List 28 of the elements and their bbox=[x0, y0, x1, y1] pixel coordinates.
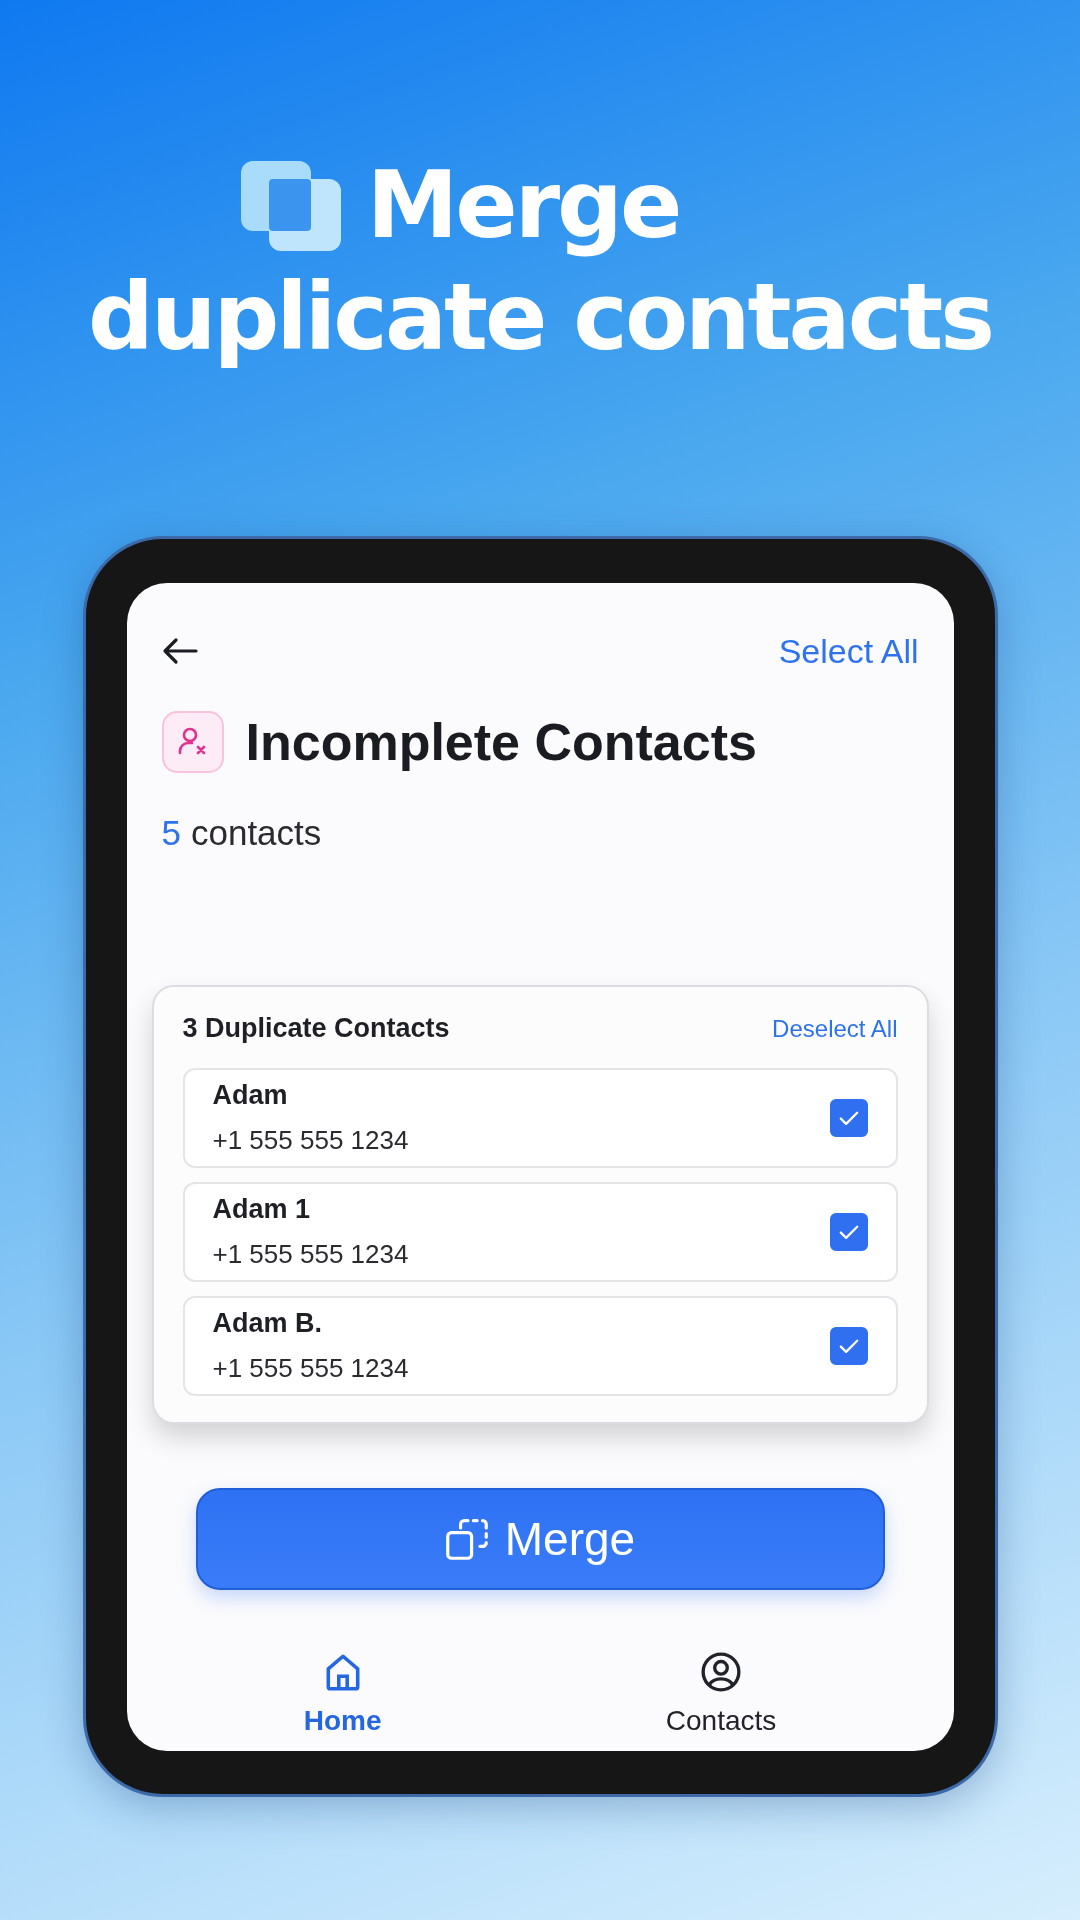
merge-button[interactable]: Merge bbox=[195, 1488, 885, 1590]
person-x-icon bbox=[161, 711, 224, 773]
merge-squares-icon bbox=[444, 1517, 489, 1561]
contact-row[interactable]: Adam +1 555 555 1234 bbox=[182, 1068, 898, 1168]
headline-title: Merge bbox=[366, 151, 680, 261]
checkbox[interactable] bbox=[829, 1099, 868, 1137]
contact-row[interactable]: Adam B. +1 555 555 1234 bbox=[182, 1296, 898, 1396]
contact-phone: +1 555 555 1234 bbox=[212, 1239, 409, 1270]
contact-row[interactable]: Adam 1 +1 555 555 1234 bbox=[182, 1182, 898, 1282]
contact-count: 5 bbox=[161, 813, 181, 853]
contact-phone: +1 555 555 1234 bbox=[212, 1125, 409, 1156]
select-all-button[interactable]: Select All bbox=[778, 631, 919, 671]
nav-tab[interactable]: Contacts bbox=[651, 1645, 791, 1743]
contact-count-label: contacts bbox=[190, 813, 322, 853]
checkbox[interactable] bbox=[829, 1327, 868, 1365]
group-title: 3 Duplicate Contacts bbox=[182, 1013, 450, 1044]
back-arrow-icon[interactable] bbox=[161, 637, 198, 665]
headline-subtitle: duplicate contacts bbox=[88, 263, 992, 373]
deselect-all-button[interactable]: Deselect All bbox=[772, 1014, 898, 1043]
nav-tab[interactable]: Home bbox=[289, 1645, 396, 1743]
screen-title: Incomplete Contacts bbox=[245, 712, 757, 772]
contact-name: Adam bbox=[212, 1080, 289, 1111]
contact-phone: +1 555 555 1234 bbox=[212, 1353, 409, 1384]
overlapping-squares-icon bbox=[240, 161, 341, 251]
contact-name: Adam 1 bbox=[212, 1194, 312, 1225]
contact-name: Adam B. bbox=[212, 1308, 324, 1339]
checkbox[interactable] bbox=[829, 1213, 868, 1251]
person-circle-icon bbox=[700, 1651, 743, 1693]
